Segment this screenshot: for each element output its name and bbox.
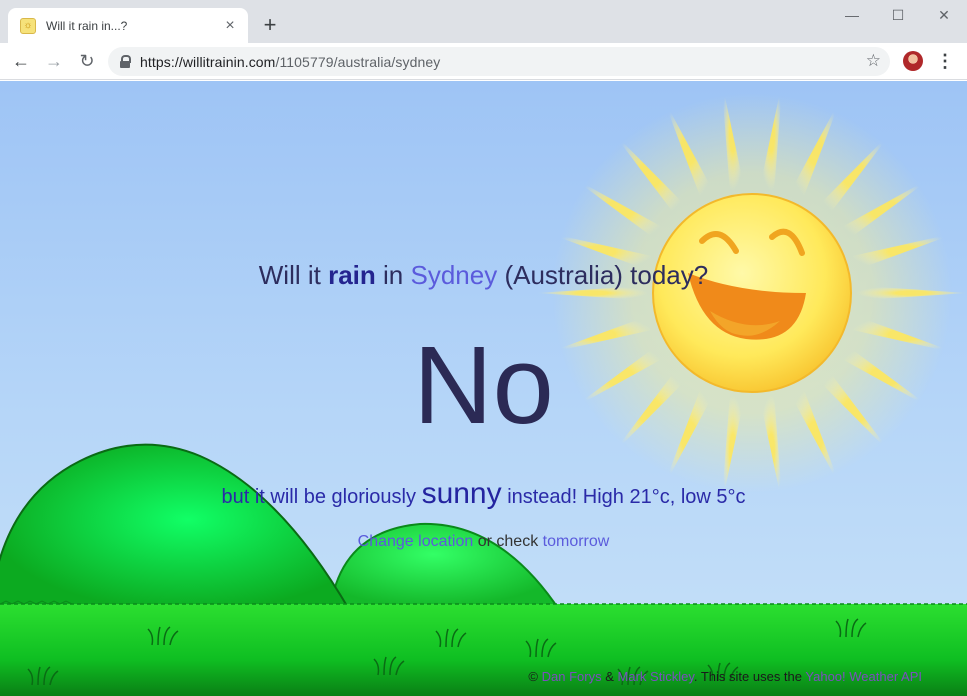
question-prefix: Will it [258, 260, 321, 290]
footer-uses-text: . This site uses the [693, 669, 803, 684]
location-links: Change location or check tomorrow [0, 533, 967, 551]
question-in-word: in [383, 260, 404, 290]
ampersand: & [605, 669, 614, 684]
tomorrow-link[interactable]: tomorrow [543, 533, 610, 550]
forecast-detail: but it will be gloriously sunny instead!… [0, 477, 967, 511]
rain-answer: No [413, 324, 554, 447]
page-footer: © Dan Forys & Mark Stickley. This site u… [0, 669, 922, 684]
rain-question-heading: Will it rain in Sydney (Australia) today… [0, 260, 967, 291]
hills-and-grass-illustration [0, 443, 967, 696]
minimize-icon[interactable]: — [829, 4, 875, 26]
or-check-text: or check [477, 533, 539, 550]
sun-favicon-icon: ☼ [20, 17, 36, 34]
question-rain-word: rain [328, 260, 376, 290]
url-path: /1105779/australia/sydney [275, 53, 441, 70]
copyright-symbol: © [528, 669, 539, 684]
reload-icon[interactable]: ↻ [75, 49, 99, 73]
weather-condition: sunny [421, 477, 502, 510]
url-text: https://willitrainin.com/1105779/austral… [140, 54, 440, 70]
bookmark-star-icon[interactable]: ☆ [866, 51, 881, 71]
yahoo-weather-api-link[interactable]: Yahoo! Weather API [805, 669, 922, 684]
lock-icon [120, 55, 131, 68]
maximize-icon[interactable]: ☐ [875, 4, 921, 26]
author-link-dan[interactable]: Dan Forys [542, 669, 602, 684]
city-name: Sydney [410, 260, 498, 290]
change-location-link[interactable]: Change location [358, 533, 474, 550]
kebab-menu-icon[interactable]: ⋮ [936, 49, 954, 73]
question-suffix: (Australia) today? [504, 260, 709, 290]
page-viewport: Will it rain in Sydney (Australia) today… [0, 81, 967, 696]
window-close-icon[interactable]: ✕ [921, 4, 967, 26]
forward-arrow-icon[interactable]: → [42, 49, 66, 73]
back-arrow-icon[interactable]: ← [9, 49, 33, 73]
profile-avatar[interactable] [903, 51, 923, 71]
temperature-summary: instead! High 21°c, low 5°c [507, 486, 746, 508]
browser-tab[interactable]: ☼ Will it rain in...? × [8, 8, 248, 43]
detail-prefix: but it will be gloriously [221, 486, 416, 508]
address-bar[interactable]: https://willitrainin.com/1105779/austral… [108, 47, 890, 76]
browser-toolbar: ← → ↻ https://willitrainin.com/1105779/a… [0, 43, 967, 80]
tab-strip: ☼ Will it rain in...? × + — ☐ ✕ [0, 0, 967, 43]
author-link-mark[interactable]: Mark Stickley [618, 669, 694, 684]
close-tab-icon[interactable]: × [222, 17, 238, 34]
tab-title: Will it rain in...? [46, 18, 128, 33]
url-host: https://willitrainin.com [140, 53, 276, 70]
new-tab-button[interactable]: + [258, 14, 282, 38]
